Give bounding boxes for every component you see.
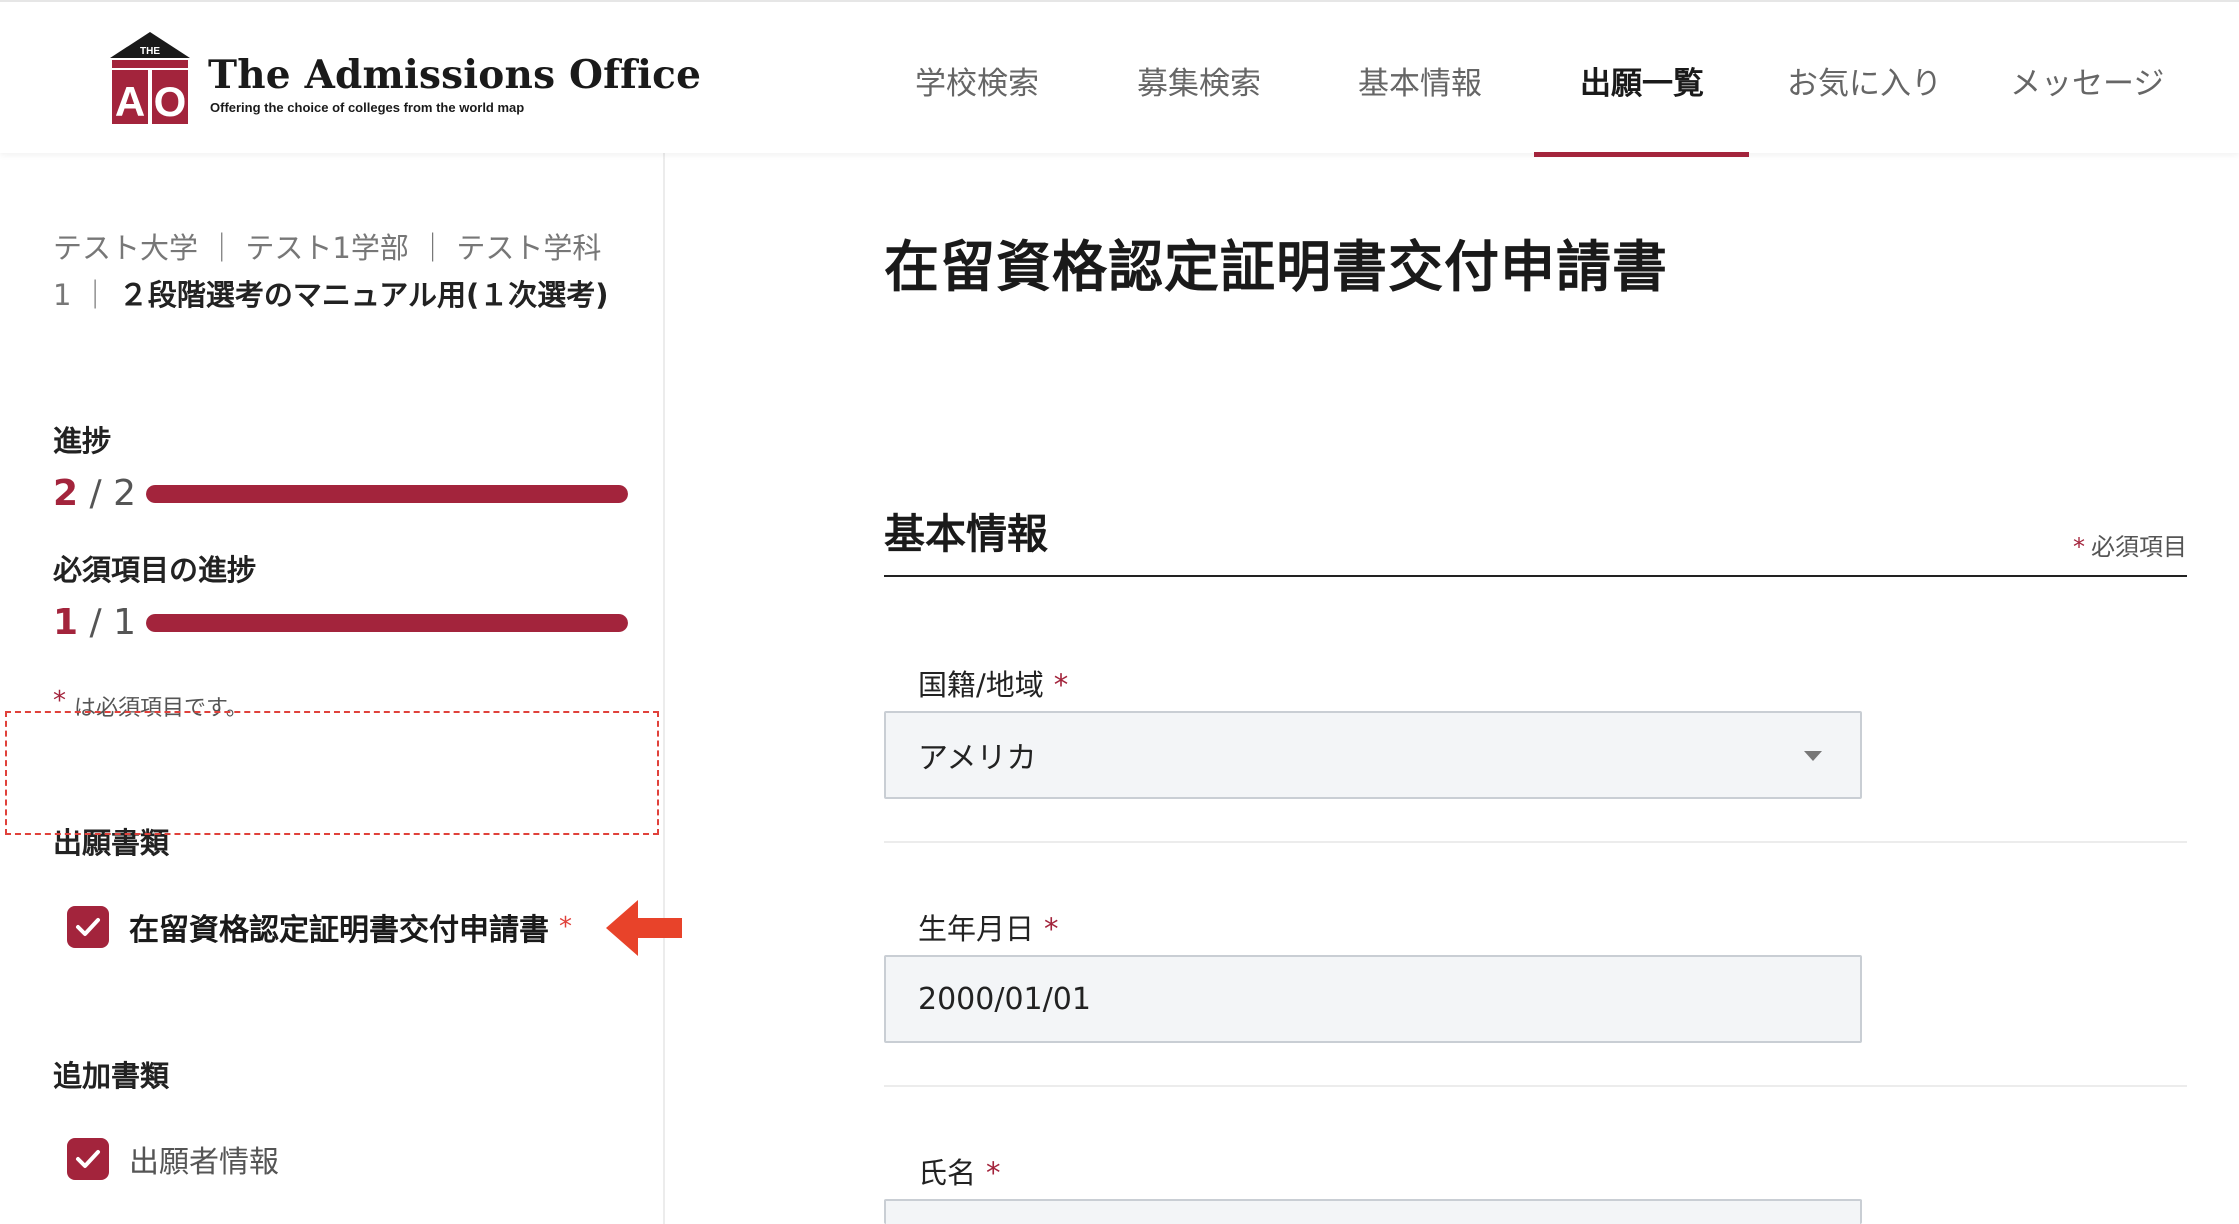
required-progress-label: 必須項目の進捗: [53, 553, 257, 587]
required-star: *: [1044, 912, 1059, 946]
doc-item-label: 在留資格認定証明書交付申請書: [129, 913, 549, 948]
birthdate-value: 2000/01/01: [918, 981, 1091, 1017]
ao-logo-mark: THE A O: [110, 32, 190, 124]
field-divider: [884, 1085, 2187, 1087]
required-progress-total: 1: [113, 602, 136, 643]
progress-label: 進捗: [53, 424, 112, 458]
top-header: THE A O The Admissions Office Offering t…: [0, 0, 2239, 157]
section-required-star: *: [2073, 533, 2085, 561]
required-star: *: [986, 1156, 1001, 1190]
nationality-select[interactable]: アメリカ: [884, 711, 1862, 799]
field-label-name: 氏名 *: [918, 1150, 1001, 1192]
checkbox-checked[interactable]: [67, 1138, 109, 1180]
nationality-value: アメリカ: [918, 741, 1037, 776]
svg-text:O: O: [154, 78, 187, 124]
arrow-left-icon: [606, 900, 682, 956]
page-title: 在留資格認定証明書交付申請書: [884, 235, 1669, 299]
sidebar: テスト大学 ｜ テスト1学部 ｜ テスト学科1 ｜ ２段階選考のマニュアル用(１…: [0, 153, 665, 1224]
site-logo[interactable]: THE A O The Admissions Office Offering t…: [110, 32, 701, 127]
nav-recruitment-search[interactable]: 募集検索: [1137, 58, 1261, 103]
nav-active-indicator: [1534, 152, 1749, 157]
svg-text:A: A: [115, 78, 145, 124]
doc-item-label: 出願者情報: [129, 1145, 279, 1180]
progress-sep: /: [78, 473, 114, 514]
progress-bar-fill: [146, 485, 628, 503]
progress-current: 2: [53, 473, 79, 514]
field-label-birthdate: 生年月日 *: [918, 906, 1059, 948]
breadcrumb-current: ２段階選考のマニュアル用(１次選考): [118, 278, 609, 312]
nav-messages[interactable]: メッセージ: [2010, 58, 2164, 103]
field-label-text: 氏名: [918, 1156, 977, 1190]
required-progress-bar-fill: [146, 614, 628, 632]
progress-count: 2 / 2: [53, 473, 136, 514]
section-required-note: * 必須項目: [2073, 527, 2187, 562]
birthdate-field[interactable]: 2000/01/01: [884, 955, 1862, 1043]
check-icon: [76, 918, 100, 936]
progress-total: 2: [113, 473, 136, 514]
check-icon: [76, 1150, 100, 1168]
section-required-label: 必須項目: [2091, 533, 2187, 561]
doc-item-applicant-info[interactable]: 出願者情報: [67, 1137, 279, 1181]
section-header: 基本情報 * 必須項目: [884, 500, 2187, 577]
required-star: *: [1053, 668, 1069, 702]
field-label-text: 生年月日: [918, 912, 1035, 946]
additional-docs-heading: 追加書類: [53, 1059, 170, 1093]
logo-subtitle: Offering the choice of colleges from the…: [210, 100, 525, 115]
doc-item-coe-application[interactable]: 在留資格認定証明書交付申請書 *: [67, 905, 572, 949]
section-title: 基本情報: [884, 510, 1048, 558]
field-label-nationality: 国籍/地域 *: [918, 662, 1068, 704]
chevron-down-icon: [1804, 751, 1822, 761]
required-progress-bar: [146, 614, 628, 632]
field-label-text: 国籍/地域: [918, 668, 1044, 702]
required-progress-sep: /: [78, 602, 114, 643]
highlight-box: [5, 711, 659, 835]
name-field[interactable]: [884, 1199, 1862, 1224]
field-divider: [884, 841, 2187, 843]
nav-basic-info[interactable]: 基本情報: [1358, 58, 1482, 103]
checkbox-checked[interactable]: [67, 906, 109, 948]
required-progress-current: 1: [53, 602, 79, 643]
required-progress-count: 1 / 1: [53, 602, 136, 643]
breadcrumb: テスト大学 ｜ テスト1学部 ｜ テスト学科1 ｜ ２段階選考のマニュアル用(１…: [53, 225, 613, 319]
nav-application-list[interactable]: 出願一覧: [1580, 58, 1704, 103]
progress-bar: [146, 485, 628, 503]
required-star: *: [559, 912, 572, 942]
nav-favorites[interactable]: お気に入り: [1787, 58, 1942, 103]
nav-school-search[interactable]: 学校検索: [915, 58, 1039, 103]
logo-title: The Admissions Office: [208, 52, 702, 98]
svg-text:THE: THE: [140, 46, 160, 57]
